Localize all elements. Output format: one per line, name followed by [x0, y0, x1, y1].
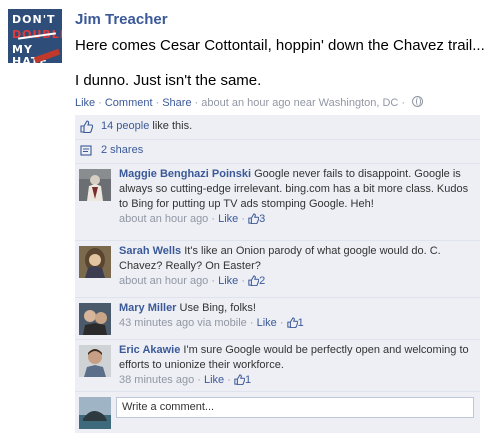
commenter-avatar[interactable]: [79, 169, 111, 201]
commenter-avatar[interactable]: [79, 345, 111, 377]
shares-row: 2 shares: [75, 139, 480, 164]
comment-time[interactable]: about an hour ago: [119, 213, 208, 225]
logo-text-line1: DON'T: [12, 13, 56, 26]
comment-body: Eric Akawie I'm sure Google would be per…: [119, 343, 474, 388]
comment-item: Maggie Benghazi Poinski Google never fai…: [75, 163, 480, 241]
viewer-avatar: [79, 397, 111, 429]
comment-like-link[interactable]: Like: [218, 275, 238, 287]
comment-item: Eric Akawie I'm sure Google would be per…: [75, 339, 480, 392]
comment-like-count[interactable]: 3: [248, 213, 265, 225]
post-timestamp[interactable]: about an hour ago near Washington, DC: [201, 97, 398, 109]
comment-input[interactable]: Write a comment...: [116, 397, 474, 418]
author-avatar[interactable]: DON'T DOUBLE MY HATE: [8, 9, 62, 63]
commenter-name[interactable]: Maggie Benghazi Poinski: [119, 168, 251, 180]
thumbs-up-icon: [234, 374, 245, 385]
comment-time[interactable]: 38 minutes ago: [119, 374, 194, 386]
comment-meta: 43 minutes ago via mobile · Like · 1: [119, 317, 304, 329]
comment-like-link[interactable]: Like: [204, 374, 224, 386]
avatar-landscape-icon: [79, 397, 111, 429]
like-link[interactable]: Like: [75, 97, 95, 109]
avatar-portrait-icon: [79, 345, 111, 377]
commenter-avatar[interactable]: [79, 246, 111, 278]
comment-like-link[interactable]: Like: [257, 317, 277, 329]
comment-meta: about an hour ago · Like · 3: [119, 213, 266, 225]
like-count-value: 3: [259, 213, 266, 225]
comment-meta: 38 minutes ago · Like · 1: [119, 374, 252, 386]
comment-text: Use Bing, folks!: [179, 302, 256, 314]
separator: ·: [155, 97, 160, 109]
comment-body: Mary Miller Use Bing, folks! 43 minutes …: [119, 301, 474, 331]
like-count-value: 1: [297, 317, 304, 329]
likes-summary: 14 people like this.: [101, 120, 192, 132]
comment-time[interactable]: about an hour ago: [119, 275, 208, 287]
commenter-name[interactable]: Mary Miller: [119, 302, 176, 314]
write-comment-row: Write a comment...: [75, 391, 480, 429]
avatar-portrait-icon: [79, 169, 111, 201]
comment-meta: about an hour ago · Like · 2: [119, 275, 266, 287]
separator: ·: [401, 97, 406, 109]
thumbs-up-icon: [248, 275, 260, 286]
comment-body: Maggie Benghazi Poinski Google never fai…: [119, 167, 474, 227]
thumbs-up-icon: [80, 120, 93, 133]
comment-link[interactable]: Comment: [105, 97, 153, 109]
post-message-line2: I dunno. Just isn't the same.: [75, 72, 262, 89]
author-name[interactable]: Jim Treacher: [75, 11, 168, 28]
separator: ·: [98, 97, 102, 109]
shares-link[interactable]: 2 shares: [101, 144, 143, 156]
share-icon: [80, 145, 92, 156]
comment-like-count[interactable]: 1: [234, 374, 251, 386]
likers-link[interactable]: 14 people: [101, 120, 149, 132]
separator: ·: [194, 97, 199, 109]
thumbs-up-icon: [248, 213, 260, 224]
feed-story: DON'T DOUBLE MY HATE Jim Treacher Here c…: [0, 0, 495, 443]
commenter-name[interactable]: Eric Akawie: [119, 344, 180, 356]
comment-like-count[interactable]: 1: [286, 317, 304, 329]
like-count-value: 2: [259, 275, 266, 287]
feedback-panel: 14 people like this. 2 shares Maggie Ben…: [75, 115, 480, 433]
thumbs-up-icon: [286, 317, 298, 328]
likes-suffix: like this.: [149, 120, 193, 132]
globe-icon: [412, 96, 424, 107]
commenter-name[interactable]: Sarah Wells: [119, 245, 181, 257]
comment-like-link[interactable]: Like: [218, 213, 238, 225]
comment-body: Sarah Wells It's like an Onion parody of…: [119, 244, 474, 289]
post-message-line1: Here comes Cesar Cottontail, hoppin' dow…: [75, 37, 485, 54]
commenter-avatar[interactable]: [79, 303, 111, 335]
avatar-portrait-icon: [79, 246, 111, 278]
comment-item: Mary Miller Use Bing, folks! 43 minutes …: [75, 297, 480, 340]
shares-summary: 2 shares: [101, 144, 143, 156]
share-link[interactable]: Share: [162, 97, 191, 109]
avatar-portrait-icon: [79, 303, 111, 335]
like-count-value: 1: [244, 374, 252, 386]
comment-like-count[interactable]: 2: [248, 275, 265, 287]
comment-time[interactable]: 43 minutes ago: [119, 317, 194, 329]
post-actions: Like · Comment · Share · about an hour ago nea…: [75, 96, 424, 109]
comment-via: via mobile: [197, 317, 247, 329]
comment-item: Sarah Wells It's like an Onion parody of…: [75, 240, 480, 298]
likes-row: 14 people like this.: [75, 115, 480, 140]
